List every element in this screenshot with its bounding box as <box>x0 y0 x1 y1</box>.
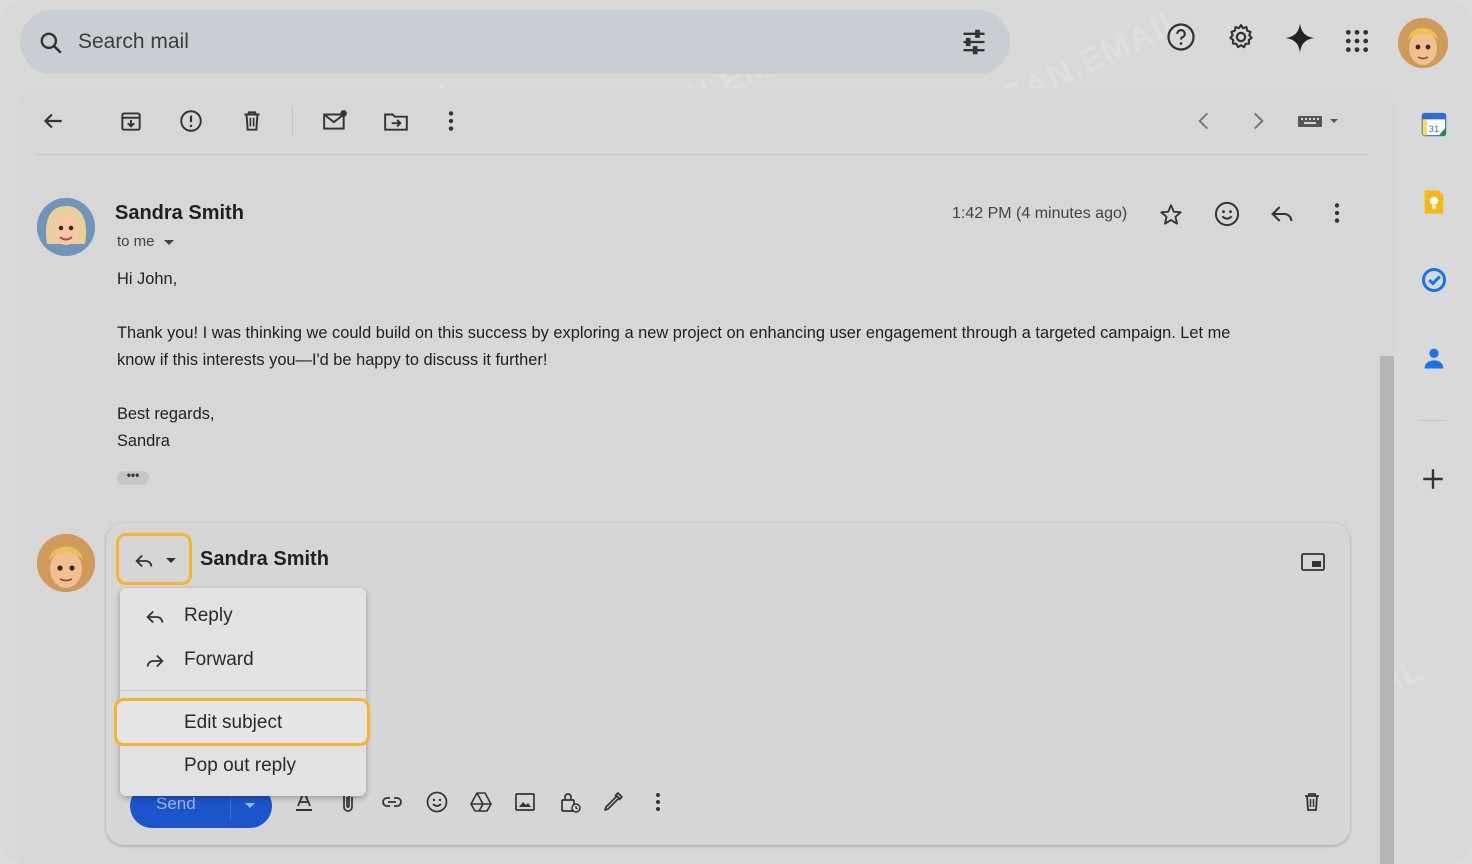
message-greeting: Hi John, <box>117 270 178 288</box>
gear-icon[interactable] <box>1226 22 1256 52</box>
message-signature: Sandra <box>117 432 170 450</box>
send-label: Send <box>156 794 196 813</box>
more-vert-icon[interactable] <box>1324 200 1350 226</box>
prev-icon[interactable] <box>1191 108 1217 134</box>
chevron-down-icon[interactable] <box>244 802 256 810</box>
more-options-icon[interactable] <box>646 790 670 814</box>
sender-avatar[interactable] <box>37 198 95 256</box>
tasks-icon[interactable] <box>1420 266 1448 294</box>
reply-recipient[interactable]: Sandra Smith <box>200 548 329 571</box>
emoji-reaction-icon[interactable] <box>1213 200 1241 228</box>
apps-grid-icon[interactable] <box>1344 28 1370 54</box>
search-bar[interactable]: Search mail <box>20 10 1010 74</box>
insert-link-icon[interactable] <box>380 790 404 814</box>
menu-item-forward[interactable]: Forward <box>184 649 254 671</box>
next-icon[interactable] <box>1245 108 1271 134</box>
google-drive-icon[interactable] <box>469 790 493 814</box>
more-vert-icon[interactable] <box>438 108 464 134</box>
sparkle-icon[interactable] <box>1284 22 1316 54</box>
keep-icon[interactable] <box>1420 188 1448 216</box>
calendar-icon[interactable]: 31 <box>1420 110 1448 138</box>
add-addon-icon[interactable] <box>1420 466 1446 492</box>
chevron-down-icon <box>166 558 176 563</box>
menu-item-pop-out-reply[interactable]: Pop out reply <box>184 755 296 777</box>
delete-icon[interactable] <box>239 108 265 134</box>
chevron-down-icon[interactable] <box>163 236 175 248</box>
mail-window: CLEAN.EMAIL CLEAN.EMAIL CLEAN.EMAIL CLEA… <box>0 0 1472 864</box>
sender-name: Sandra Smith <box>115 202 244 224</box>
menu-divider <box>120 690 366 691</box>
sender-face-icon <box>37 198 95 256</box>
insert-emoji-icon[interactable] <box>425 790 449 814</box>
tune-icon[interactable] <box>960 28 988 56</box>
reply-type-menu: Reply Forward Pop out reply <box>120 588 366 796</box>
message-body-line: know if this interests you—I'd be happy … <box>117 351 548 369</box>
keyboard-icon[interactable] <box>1296 108 1342 134</box>
mark-unread-icon[interactable] <box>322 108 348 134</box>
menu-item-edit-subject[interactable]: Edit subject <box>114 698 370 746</box>
message-timestamp: 1:42 PM (4 minutes ago) <box>952 205 1128 222</box>
reply-icon[interactable] <box>1268 200 1296 228</box>
pop-out-icon[interactable] <box>1300 551 1326 573</box>
show-trimmed-content-button[interactable]: ••• <box>117 469 149 485</box>
search-icon[interactable] <box>38 30 64 56</box>
report-spam-icon[interactable] <box>178 108 204 134</box>
confidential-mode-icon[interactable] <box>558 790 582 814</box>
menu-item-reply[interactable]: Reply <box>184 605 233 627</box>
send-split-divider <box>230 792 231 820</box>
message-closing: Best regards, <box>117 405 215 423</box>
calendar-day: 31 <box>1429 124 1439 134</box>
signature-pen-icon[interactable] <box>601 790 625 814</box>
reply-type-dropdown[interactable] <box>116 533 192 585</box>
reply-icon <box>135 554 153 568</box>
recipient-details-toggle[interactable]: to me <box>117 233 175 250</box>
help-icon[interactable] <box>1166 22 1196 52</box>
recipient-label: to me <box>117 233 155 250</box>
contacts-icon[interactable] <box>1420 344 1448 372</box>
forward-icon <box>146 654 164 668</box>
discard-draft-icon[interactable] <box>1300 790 1324 814</box>
toolbar-divider <box>292 106 293 136</box>
my-face-icon <box>37 534 95 592</box>
search-input[interactable]: Search mail <box>78 30 189 54</box>
star-icon[interactable] <box>1158 202 1184 228</box>
rail-divider <box>1420 420 1446 421</box>
avatar-face-icon <box>1398 18 1448 68</box>
reply-icon <box>146 610 164 624</box>
archive-icon[interactable] <box>118 108 144 134</box>
account-avatar[interactable] <box>1398 18 1448 68</box>
scrollbar[interactable] <box>1380 356 1394 864</box>
insert-photo-icon[interactable] <box>513 790 537 814</box>
message-body-line: Thank you! I was thinking we could build… <box>117 324 1231 342</box>
my-avatar <box>37 534 95 592</box>
move-to-icon[interactable] <box>383 108 409 134</box>
toolbar-divider-line <box>36 154 1368 155</box>
edit-subject-label: Edit subject <box>184 712 283 733</box>
back-arrow-icon[interactable] <box>40 108 66 134</box>
